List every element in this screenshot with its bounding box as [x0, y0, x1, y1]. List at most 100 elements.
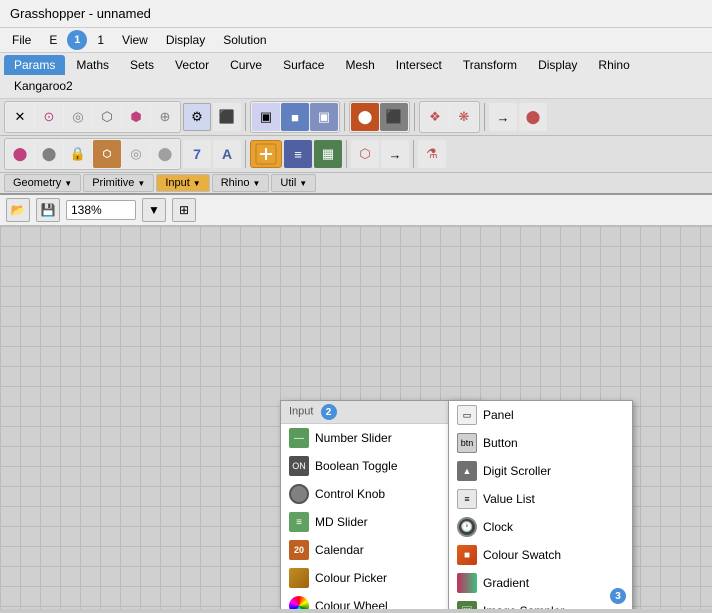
panel-label: Panel	[483, 408, 514, 422]
tab-transform[interactable]: Transform	[453, 55, 527, 75]
tab-maths[interactable]: Maths	[66, 55, 119, 75]
tb-btn-21[interactable]: ⬤	[35, 140, 63, 168]
menu-edit[interactable]: E	[41, 30, 65, 50]
tab-params[interactable]: Params	[4, 55, 65, 75]
tab-rhino[interactable]: Rhino	[588, 55, 639, 75]
tb-btn-25[interactable]: ⬤	[151, 140, 179, 168]
toolbar-row1: ✕ ⊙ ◎ ⬡ ⬢ ⊕ ⚙ ⬛ ▣ ■ ▣ ⬤ ⬛ ❖ ❋ → ⬤	[0, 99, 712, 136]
canvas-area: Input 2 — Number Slider ON Boolean Toggl…	[0, 226, 712, 609]
item-colour-swatch[interactable]: ■ Colour Swatch	[449, 541, 632, 569]
item-value-list[interactable]: ≡ Value List	[449, 485, 632, 513]
cat-primitive[interactable]: Primitive ▼	[83, 174, 154, 192]
tb-btn-3[interactable]: ◎	[64, 103, 92, 131]
toggle-label: Boolean Toggle	[315, 459, 398, 473]
tb-btn-5[interactable]: ⬢	[122, 103, 150, 131]
menu-file[interactable]: File	[4, 30, 39, 50]
tb-btn-6[interactable]: ⊕	[151, 103, 179, 131]
tb-btn-12[interactable]: ⬤	[351, 103, 379, 131]
tb-btn-26[interactable]: 7	[183, 140, 211, 168]
gradient-icon	[457, 573, 477, 593]
tab-vector[interactable]: Vector	[165, 55, 219, 75]
tb-btn-4[interactable]: ⬡	[93, 103, 121, 131]
item-clock[interactable]: 🕐 Clock	[449, 513, 632, 541]
cat-input[interactable]: Input ▼	[156, 174, 209, 192]
cat-geometry-label: Geometry	[13, 177, 61, 189]
tab-surface[interactable]: Surface	[273, 55, 334, 75]
cat-geometry-arrow: ▼	[64, 179, 72, 188]
item-image-sampler[interactable]: 🖼 Image Sampler	[449, 597, 632, 609]
save-file-btn[interactable]: 💾	[36, 198, 60, 222]
tb-input-active[interactable]	[250, 140, 282, 168]
tb-btn-14[interactable]: ❖	[421, 103, 449, 131]
picker-label: Colour Picker	[315, 571, 387, 585]
dropdown-left-title: Input	[289, 406, 313, 418]
tb-btn-30[interactable]: ⬡	[351, 140, 379, 168]
tb-btn-10[interactable]: ■	[281, 103, 309, 131]
tb-btn-27[interactable]: A	[213, 140, 241, 168]
picker-icon	[289, 568, 309, 588]
zoom-input[interactable]	[66, 200, 136, 220]
sampler-icon: 🖼	[457, 601, 477, 609]
tb-btn-8[interactable]: ⬛	[213, 103, 241, 131]
tb-btn-17[interactable]: ⬤	[519, 103, 547, 131]
md-label: MD Slider	[315, 515, 368, 529]
sep7	[413, 140, 414, 168]
open-file-btn[interactable]: 📂	[6, 198, 30, 222]
menu-help[interactable]: Solution	[215, 30, 274, 50]
cat-util-arrow: ▼	[299, 179, 307, 188]
tab-mesh[interactable]: Mesh	[335, 55, 384, 75]
tab-curve[interactable]: Curve	[220, 55, 272, 75]
cat-input-label: Input	[165, 177, 189, 189]
tb-btn-24[interactable]: ◎	[122, 140, 150, 168]
button-label: Button	[483, 436, 518, 450]
sep3	[414, 103, 415, 131]
cat-geometry[interactable]: Geometry ▼	[4, 174, 81, 192]
tb-btn-16[interactable]: →	[489, 103, 517, 131]
cat-util[interactable]: Util ▼	[271, 174, 316, 192]
md-icon: ≡	[289, 512, 309, 532]
tb-btn-29[interactable]: ▦	[314, 140, 342, 168]
digit-icon: ▲	[457, 461, 477, 481]
geometry-section: ✕ ⊙ ◎ ⬡ ⬢ ⊕	[4, 101, 181, 133]
panel-icon: ▭	[457, 405, 477, 425]
tb-btn-20[interactable]: ⬤	[6, 140, 34, 168]
item-button[interactable]: btn Button	[449, 429, 632, 457]
cat-rhino-arrow: ▼	[252, 179, 260, 188]
tb-btn-22[interactable]: 🔒	[64, 140, 92, 168]
tab-display2[interactable]: Display	[528, 55, 587, 75]
tb-btn-13[interactable]: ⬛	[380, 103, 408, 131]
knob-icon	[289, 484, 309, 504]
clock-label: Clock	[483, 520, 513, 534]
cat-rhino[interactable]: Rhino ▼	[212, 174, 270, 192]
tb-btn-31[interactable]: →	[381, 140, 409, 168]
tb-btn-2[interactable]: ⊙	[35, 103, 63, 131]
tb-btn-23[interactable]: ⬡	[93, 140, 121, 168]
tab-bar: Params Maths Sets Vector Curve Surface M…	[0, 53, 712, 99]
tb-btn-7[interactable]: ⚙	[183, 103, 211, 131]
tab-sets[interactable]: Sets	[120, 55, 164, 75]
app-title: Grasshopper - unnamed	[10, 6, 151, 21]
tb-btn-9[interactable]: ▣	[252, 103, 280, 131]
tab-intersect[interactable]: Intersect	[386, 55, 452, 75]
gradient-label: Gradient	[483, 576, 529, 590]
menu-bar: File E 1 1 View Display Solution	[0, 28, 712, 53]
tb-btn-28[interactable]: ≡	[284, 140, 312, 168]
tab-kangaroo2[interactable]: Kangaroo2	[4, 76, 83, 96]
tb-btn-11[interactable]: ▣	[310, 103, 338, 131]
knob-label: Control Knob	[315, 487, 385, 501]
sep2	[344, 103, 345, 131]
item-digit-scroller[interactable]: ▲ Digit Scroller	[449, 457, 632, 485]
zoom-dropdown-btn[interactable]: ▼	[142, 198, 166, 222]
item-panel[interactable]: ▭ Panel	[449, 401, 632, 429]
menu-view[interactable]: 1	[89, 30, 112, 50]
cat-input-arrow: ▼	[193, 179, 201, 188]
tb-btn-32[interactable]: ⚗	[418, 140, 446, 168]
fit-btn[interactable]: ⊞	[172, 198, 196, 222]
menu-display[interactable]: View	[114, 30, 156, 50]
rhino-section: ❖ ❋	[419, 101, 480, 133]
item-gradient[interactable]: Gradient	[449, 569, 632, 597]
menu-solution[interactable]: Display	[158, 30, 213, 50]
tb-btn-15[interactable]: ❋	[450, 103, 478, 131]
menu-badge1[interactable]: 1	[67, 30, 87, 50]
tb-btn-1[interactable]: ✕	[6, 103, 34, 131]
